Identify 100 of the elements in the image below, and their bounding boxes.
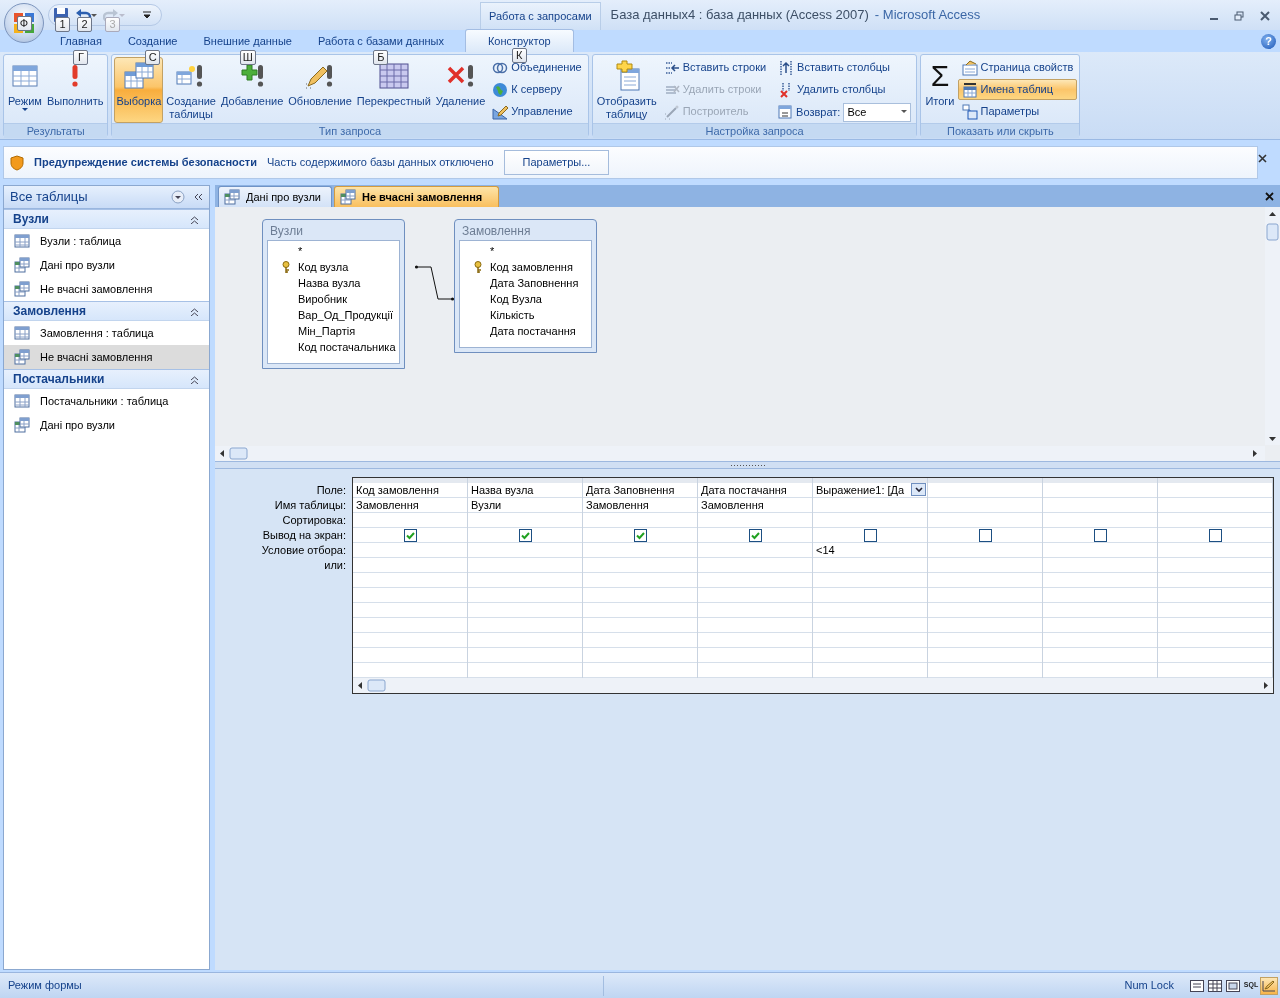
- insert-columns-icon: [778, 59, 795, 76]
- group-label: Настройка запроса: [592, 123, 917, 138]
- checkbox[interactable]: [1093, 528, 1107, 542]
- ribbon-tab[interactable]: Создание: [114, 31, 191, 52]
- grid-icon: [377, 60, 410, 92]
- ribbon-tab[interactable]: Главная: [47, 31, 115, 52]
- view-button[interactable]: [1260, 976, 1278, 995]
- return-icon: [777, 104, 794, 120]
- keytip-tooltip: 2: [77, 17, 92, 32]
- ribbon-button[interactable]: Режим: [6, 57, 44, 123]
- field-name[interactable]: Код замовлення: [490, 258, 573, 276]
- group-header[interactable]: Постачальники: [4, 369, 209, 389]
- exclamation-icon: [72, 65, 79, 87]
- property-sheet-icon: [961, 59, 978, 76]
- nav-item[interactable]: Дані про вузли: [4, 413, 209, 437]
- checkbox[interactable]: [518, 528, 532, 542]
- grid-cell[interactable]: Дата постачання: [701, 483, 787, 497]
- office-button[interactable]: Ф: [4, 3, 44, 43]
- grid-cell[interactable]: Замовлення: [356, 498, 419, 512]
- row-label: или:: [323, 558, 347, 573]
- ribbon-button[interactable]: Вставить строки: [659, 57, 771, 78]
- ribbon-button[interactable]: Вставить столбцы: [774, 57, 915, 78]
- grid-cell[interactable]: Замовлення: [701, 498, 764, 512]
- field-name[interactable]: Код Вузла: [490, 290, 542, 308]
- document-tab[interactable]: Не вчасні замовлення: [334, 186, 500, 207]
- grid-cell[interactable]: Замовлення: [586, 498, 649, 512]
- ribbon-tab[interactable]: Конструктор: [464, 29, 574, 52]
- security-message: Часть содержимого базы данных отключено: [266, 155, 494, 171]
- field-name[interactable]: Кількість: [490, 306, 535, 324]
- checkbox[interactable]: [403, 528, 417, 542]
- field-name[interactable]: Код вузла: [298, 258, 349, 276]
- row-label: Сортировка:: [281, 513, 347, 528]
- grid-cell[interactable]: <14: [816, 543, 835, 557]
- grid-cell[interactable]: Назва вузла: [471, 483, 534, 497]
- ribbon-button[interactable]: Σ Итоги: [923, 57, 957, 123]
- field-name[interactable]: Виробник: [298, 290, 348, 308]
- ribbon-tab[interactable]: Внешние данные: [190, 31, 305, 52]
- field-name[interactable]: Дата постачання: [490, 322, 576, 340]
- field-name[interactable]: *: [490, 242, 495, 260]
- group-header[interactable]: Замовлення: [4, 301, 209, 321]
- group-label: Тип запроса: [112, 123, 588, 138]
- wand-icon: [663, 103, 680, 120]
- nav-item[interactable]: Замовлення : таблица: [4, 321, 209, 345]
- group-label: Результаты: [4, 123, 108, 138]
- query-icon: [340, 189, 356, 205]
- ribbon-button[interactable]: Создание таблицы: [164, 57, 218, 123]
- nav-item[interactable]: Дані про вузли: [4, 253, 209, 277]
- field-name[interactable]: Мін_Партія: [298, 322, 356, 340]
- ribbon-button[interactable]: Удаление: [433, 57, 488, 123]
- contextual-tab-group: Работа с запросами: [480, 2, 601, 30]
- checkbox[interactable]: [1208, 528, 1222, 542]
- query-icon: [14, 281, 30, 297]
- ribbon-button[interactable]: Удалить столбцы: [774, 79, 915, 100]
- ribbon-button[interactable]: Имена таблиц: [957, 79, 1078, 100]
- group-header[interactable]: Вузли: [4, 209, 209, 229]
- datasheet-view-icon: [1208, 979, 1222, 992]
- field-name[interactable]: Вар_Од_Продукції: [298, 306, 393, 324]
- close-icon: [1265, 192, 1274, 202]
- grid-cell[interactable]: Код замовлення: [356, 483, 439, 497]
- field-name[interactable]: Дата Заповнення: [490, 274, 579, 292]
- grid-cell[interactable]: Выражение1: [Да: [816, 483, 905, 497]
- nav-item[interactable]: Не вчасні замовлення: [4, 277, 209, 301]
- security-title: Предупреждение системы безопасности: [34, 155, 257, 171]
- shield-icon: [10, 154, 24, 171]
- field-name[interactable]: *: [298, 242, 303, 260]
- options-button[interactable]: Параметры...: [503, 150, 610, 175]
- ribbon-button[interactable]: Обновление: [286, 57, 354, 123]
- nav-item[interactable]: Не вчасні замовлення: [4, 345, 209, 369]
- table-title: Замовлення: [461, 223, 532, 240]
- ribbon-button[interactable]: К серверу: [488, 79, 586, 100]
- ribbon-button[interactable]: Управление: [488, 101, 586, 122]
- checkbox[interactable]: [978, 528, 992, 542]
- query-icon: [14, 349, 30, 365]
- ribbon-button[interactable]: Страница свойств: [957, 57, 1078, 78]
- row-label: Условие отбора:: [260, 543, 347, 558]
- table-title: Вузли: [269, 223, 304, 240]
- caret-icon: [914, 486, 923, 493]
- splitter-grip: [730, 463, 765, 467]
- caret-icon: [901, 110, 908, 114]
- keytip-tooltip: С: [145, 50, 161, 65]
- grid-cell[interactable]: Вузли: [471, 498, 502, 512]
- return-dropdown[interactable]: Все: [843, 102, 912, 122]
- ribbon-button[interactable]: Отобразить таблицу: [594, 57, 659, 123]
- nav-item[interactable]: Вузли : таблица: [4, 229, 209, 253]
- pivot-view-icon: [1226, 979, 1240, 992]
- checkbox[interactable]: [633, 528, 647, 542]
- checkbox[interactable]: [748, 528, 762, 542]
- app-name: - Microsoft Access: [874, 6, 981, 25]
- field-name[interactable]: Код постачальника: [298, 338, 396, 356]
- query-icon: [14, 417, 30, 433]
- dropdown-button[interactable]: [911, 483, 926, 496]
- nav-item[interactable]: Постачальники : таблица: [4, 389, 209, 413]
- document-tab[interactable]: Дані про вузли: [218, 186, 332, 207]
- query-icon: [14, 257, 30, 273]
- checkbox[interactable]: [863, 528, 877, 542]
- ribbon-button[interactable]: Параметры: [957, 101, 1078, 122]
- ribbon-tab[interactable]: Работа с базами данных: [304, 31, 457, 52]
- sum-icon: Σ: [930, 60, 950, 92]
- grid-cell[interactable]: Дата Заповнення: [586, 483, 675, 497]
- field-name[interactable]: Назва вузла: [298, 274, 361, 292]
